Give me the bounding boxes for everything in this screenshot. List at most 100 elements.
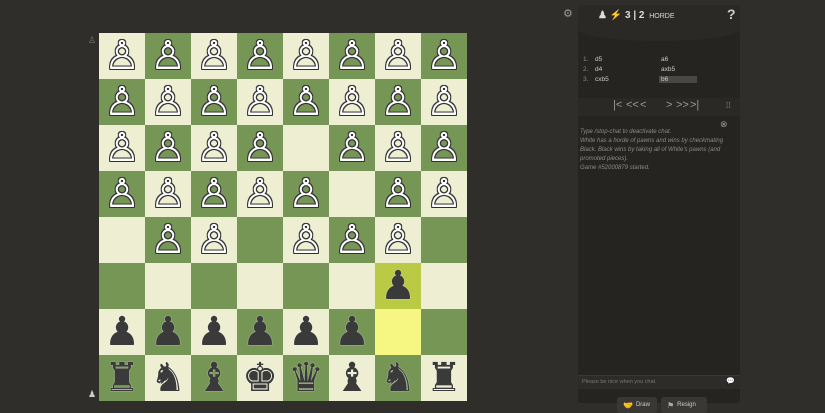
white-pawn-icon[interactable]: ♙ <box>334 217 370 263</box>
white-pawn-icon[interactable]: ♙ <box>104 79 140 125</box>
white-pawn-icon[interactable]: ♙ <box>196 171 232 217</box>
square-b4[interactable]: ♙ <box>145 217 191 263</box>
square-f2[interactable]: ♟ <box>329 309 375 355</box>
white-pawn-icon[interactable]: ♙ <box>242 79 278 125</box>
square-e8[interactable]: ♙ <box>283 33 329 79</box>
next-move-button[interactable]: > <box>666 99 672 111</box>
white-pawn-icon[interactable]: ♙ <box>150 79 186 125</box>
square-b8[interactable]: ♙ <box>145 33 191 79</box>
square-f5[interactable] <box>329 171 375 217</box>
square-e3[interactable] <box>283 263 329 309</box>
square-a8[interactable]: ♙ <box>99 33 145 79</box>
square-f7[interactable]: ♙ <box>329 79 375 125</box>
black-move[interactable]: axb5 <box>659 66 697 73</box>
square-h8[interactable]: ♙ <box>421 33 467 79</box>
square-g8[interactable]: ♙ <box>375 33 421 79</box>
white-pawn-icon[interactable]: ♙ <box>288 33 324 79</box>
draw-button[interactable]: 🤝 Draw <box>617 397 657 413</box>
square-h1[interactable]: ♜ <box>421 355 467 401</box>
black-pawn-icon[interactable]: ♟ <box>334 309 370 355</box>
square-h6[interactable]: ♙ <box>421 125 467 171</box>
square-g3[interactable]: ♟ <box>375 263 421 309</box>
square-c2[interactable]: ♟ <box>191 309 237 355</box>
square-c6[interactable]: ♙ <box>191 125 237 171</box>
square-b7[interactable]: ♙ <box>145 79 191 125</box>
white-pawn-icon[interactable]: ♙ <box>426 79 462 125</box>
black-pawn-icon[interactable]: ♟ <box>288 309 324 355</box>
white-pawn-icon[interactable]: ♙ <box>334 79 370 125</box>
white-pawn-icon[interactable]: ♙ <box>104 171 140 217</box>
square-d2[interactable]: ♟ <box>237 309 283 355</box>
white-pawn-icon[interactable]: ♙ <box>104 33 140 79</box>
options-icon[interactable]: ⁞⁞ <box>726 101 730 110</box>
resign-button[interactable]: ⚑ Resign <box>661 397 707 413</box>
square-f1[interactable]: ♝ <box>329 355 375 401</box>
white-move[interactable]: cxb5 <box>595 76 659 83</box>
black-pawn-icon[interactable]: ♟ <box>196 309 232 355</box>
last-move-button[interactable]: >| <box>690 99 699 111</box>
square-a4[interactable] <box>99 217 145 263</box>
white-pawn-icon[interactable]: ♙ <box>242 125 278 171</box>
square-h2[interactable] <box>421 309 467 355</box>
black-rook-icon[interactable]: ♜ <box>426 355 462 401</box>
square-f3[interactable] <box>329 263 375 309</box>
square-g1[interactable]: ♞ <box>375 355 421 401</box>
white-move[interactable]: d4 <box>595 66 659 73</box>
white-pawn-icon[interactable]: ♙ <box>196 33 232 79</box>
square-a6[interactable]: ♙ <box>99 125 145 171</box>
white-pawn-icon[interactable]: ♙ <box>242 171 278 217</box>
square-a1[interactable]: ♜ <box>99 355 145 401</box>
help-button[interactable]: ? <box>727 6 736 22</box>
white-pawn-icon[interactable]: ♙ <box>380 79 416 125</box>
black-rook-icon[interactable]: ♜ <box>104 355 140 401</box>
white-pawn-icon[interactable]: ♙ <box>104 125 140 171</box>
white-pawn-icon[interactable]: ♙ <box>242 33 278 79</box>
white-pawn-icon[interactable]: ♙ <box>380 125 416 171</box>
white-pawn-icon[interactable]: ♙ <box>380 171 416 217</box>
square-e5[interactable]: ♙ <box>283 171 329 217</box>
square-c8[interactable]: ♙ <box>191 33 237 79</box>
square-f8[interactable]: ♙ <box>329 33 375 79</box>
square-d5[interactable]: ♙ <box>237 171 283 217</box>
square-e4[interactable]: ♙ <box>283 217 329 263</box>
black-knight-icon[interactable]: ♞ <box>150 355 186 401</box>
square-e1[interactable]: ♛ <box>283 355 329 401</box>
square-d3[interactable] <box>237 263 283 309</box>
square-b3[interactable] <box>145 263 191 309</box>
square-g4[interactable]: ♙ <box>375 217 421 263</box>
first-move-button[interactable]: |< <box>613 99 622 111</box>
white-pawn-icon[interactable]: ♙ <box>150 33 186 79</box>
square-d8[interactable]: ♙ <box>237 33 283 79</box>
square-h4[interactable] <box>421 217 467 263</box>
square-g7[interactable]: ♙ <box>375 79 421 125</box>
square-h7[interactable]: ♙ <box>421 79 467 125</box>
square-g2[interactable] <box>375 309 421 355</box>
black-bishop-icon[interactable]: ♝ <box>196 355 232 401</box>
white-pawn-icon[interactable]: ♙ <box>288 79 324 125</box>
white-pawn-icon[interactable]: ♙ <box>426 125 462 171</box>
square-e7[interactable]: ♙ <box>283 79 329 125</box>
white-pawn-icon[interactable]: ♙ <box>426 33 462 79</box>
chat-input[interactable]: Please be nice when you chat. 💬 <box>578 375 740 389</box>
gear-icon[interactable]: ⚙ <box>563 7 573 20</box>
white-pawn-icon[interactable]: ♙ <box>334 33 370 79</box>
square-b2[interactable]: ♟ <box>145 309 191 355</box>
square-h3[interactable] <box>421 263 467 309</box>
black-move[interactable]: b6 <box>659 75 697 83</box>
square-f6[interactable]: ♙ <box>329 125 375 171</box>
square-e2[interactable]: ♟ <box>283 309 329 355</box>
black-pawn-icon[interactable]: ♟ <box>380 263 416 309</box>
white-pawn-icon[interactable]: ♙ <box>150 171 186 217</box>
white-pawn-icon[interactable]: ♙ <box>150 125 186 171</box>
square-d6[interactable]: ♙ <box>237 125 283 171</box>
square-b5[interactable]: ♙ <box>145 171 191 217</box>
square-d4[interactable] <box>237 217 283 263</box>
prev-move-button[interactable]: < <box>640 99 646 111</box>
black-king-icon[interactable]: ♚ <box>242 355 278 401</box>
square-c3[interactable] <box>191 263 237 309</box>
game-board[interactable]: ♙ ♙ ♙ ♙ ♙ ♙ ♙ ♙ ♙ ♙ ♙ ♙ ♙ ♙ ♙ ♙ ♙ ♙ ♙ ♙ ♙ ♙ ♙ ♙ ♙ ♙ ♙ ♙ ♙ ♙ ♙ ♙ ♙ ♙ ♙ ♟ ♟ ♟ ♟ ♟… <box>99 33 467 401</box>
black-pawn-icon[interactable]: ♟ <box>104 309 140 355</box>
black-knight-icon[interactable]: ♞ <box>380 355 416 401</box>
square-e6[interactable] <box>283 125 329 171</box>
white-pawn-icon[interactable]: ♙ <box>196 217 232 263</box>
